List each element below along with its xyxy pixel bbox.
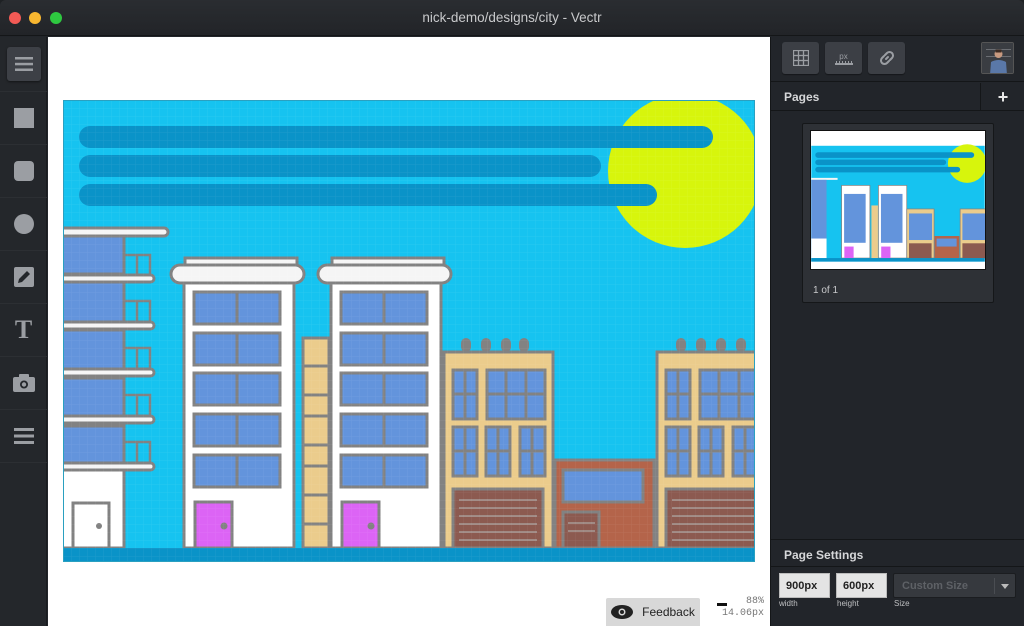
text-tool[interactable]: T <box>0 304 47 357</box>
grid-overlay <box>63 100 755 562</box>
grid-toggle-button[interactable] <box>782 42 819 74</box>
width-caption: width <box>779 599 798 608</box>
tool-sidebar: T <box>0 37 47 626</box>
share-link-button[interactable] <box>868 42 905 74</box>
artboard[interactable] <box>63 100 755 562</box>
height-caption: height <box>837 599 859 608</box>
rectangle-tool[interactable] <box>0 92 47 145</box>
square-icon <box>13 108 34 128</box>
grid-icon <box>792 50 809 66</box>
zoom-readout: 88% 14.06px <box>716 596 764 620</box>
image-tool[interactable] <box>0 357 47 410</box>
link-icon <box>879 50 894 66</box>
size-caption: Size <box>894 599 910 608</box>
ruler-px-icon <box>834 60 853 65</box>
canvas-area[interactable]: Feedback 88% 14.06px <box>48 37 770 626</box>
px-label: px <box>839 51 848 61</box>
circle-icon <box>13 214 34 234</box>
page-settings-label: Page Settings <box>784 548 864 562</box>
avatar-image <box>982 43 1013 73</box>
layers-tool[interactable] <box>0 410 47 463</box>
pencil-icon <box>13 267 34 287</box>
layers-icon <box>13 428 34 444</box>
page-settings-header: Page Settings <box>771 539 1024 567</box>
feedback-camera-icon <box>611 605 634 619</box>
feedback-button[interactable]: Feedback <box>606 598 700 626</box>
ellipse-tool[interactable] <box>0 198 47 251</box>
menu-button[interactable] <box>0 37 47 92</box>
rounded-rectangle-tool[interactable] <box>0 145 47 198</box>
camera-icon <box>12 374 35 392</box>
plus-icon: + <box>997 86 1009 107</box>
panel-toolbar: px <box>771 37 1024 82</box>
right-panel: px Pages + 1 of 1 Page Settings 900px 60… <box>770 37 1024 626</box>
hamburger-icon <box>14 57 33 71</box>
page-width-input[interactable] <box>779 573 830 598</box>
page-count: 1 of 1 <box>813 285 839 296</box>
select-divider <box>994 578 995 594</box>
zoom-percent: 88% <box>745 596 764 607</box>
page-height-input[interactable] <box>836 573 887 598</box>
rounded-square-icon <box>13 161 34 181</box>
pixel-units-button[interactable]: px <box>825 42 862 74</box>
chevron-down-icon <box>1001 584 1009 589</box>
title-bar: nick-demo/designs/city - Vectr <box>0 0 1024 36</box>
add-page-button[interactable]: + <box>980 83 1024 111</box>
user-avatar[interactable] <box>981 42 1014 74</box>
page-size-value: Custom Size <box>902 580 969 592</box>
page-thumbnail-card[interactable]: 1 of 1 <box>802 123 994 303</box>
app-window: nick-demo/designs/city - Vectr T Feedbac… <box>0 0 1024 626</box>
pages-label: Pages <box>784 90 820 104</box>
text-t-icon: T <box>14 315 33 344</box>
pen-tool[interactable] <box>0 251 47 304</box>
feedback-label: Feedback <box>642 605 695 619</box>
window-title: nick-demo/designs/city - Vectr <box>422 10 602 25</box>
page-thumbnail <box>810 130 986 270</box>
page-size-select[interactable]: Custom Size <box>893 573 1016 598</box>
stroke-size: 14.06px <box>721 608 764 619</box>
pages-header: Pages + <box>771 83 1024 111</box>
